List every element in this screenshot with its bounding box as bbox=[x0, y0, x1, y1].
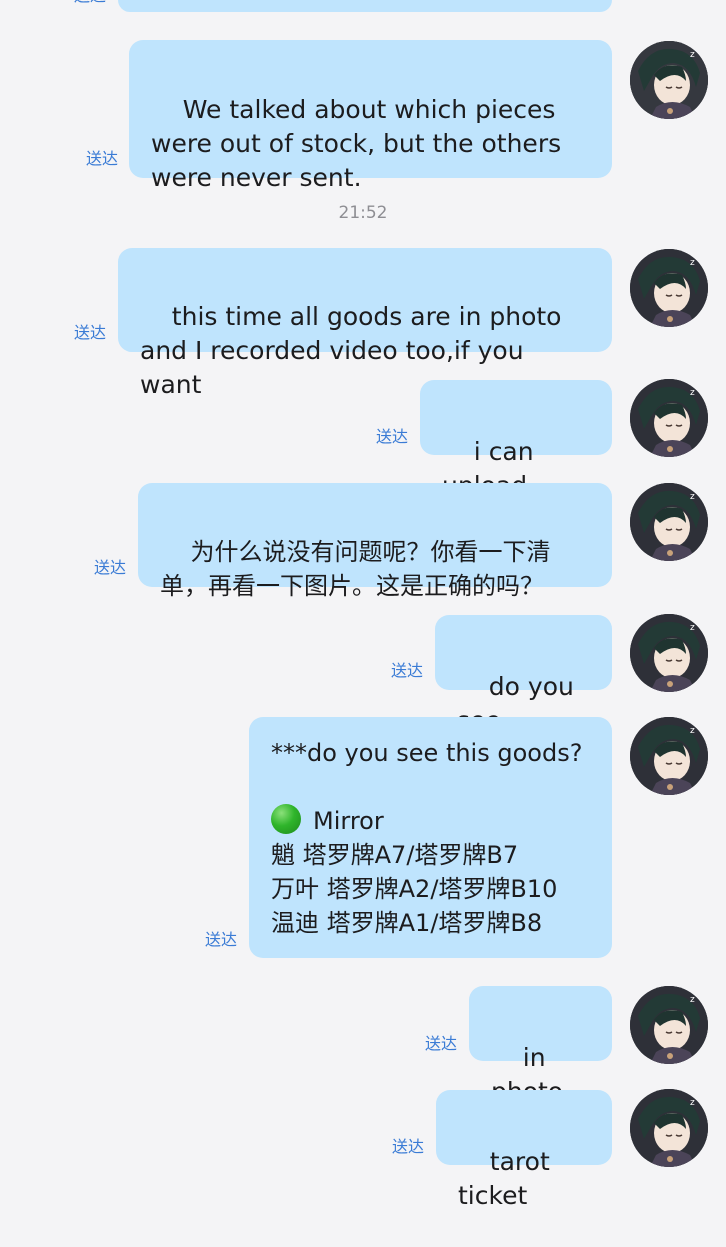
message-bubble-partial[interactable] bbox=[118, 0, 612, 12]
character-avatar-icon: z bbox=[630, 1089, 708, 1167]
mirror-label: Mirror bbox=[313, 807, 384, 835]
avatar[interactable]: z bbox=[630, 717, 708, 795]
delivery-status: 送达 bbox=[86, 149, 119, 168]
svg-text:z: z bbox=[690, 388, 695, 398]
message-text: 为什么说没有问题呢？你看一下清单，再看一下图片。这是正确的吗？ bbox=[160, 538, 551, 600]
delivery-status: 送达 bbox=[205, 930, 238, 949]
svg-text:z: z bbox=[690, 492, 695, 502]
timestamp: 21:52 bbox=[338, 203, 388, 223]
avatar[interactable]: z bbox=[630, 483, 708, 561]
message-bubble[interactable]: 为什么说没有问题呢？你看一下清单，再看一下图片。这是正确的吗？ bbox=[138, 483, 612, 600]
message-bubble[interactable]: We talked about which pieces were out of… bbox=[129, 40, 612, 192]
message-bubble[interactable]: this time all goods are in photo and I r… bbox=[118, 248, 612, 399]
svg-text:z: z bbox=[690, 995, 695, 1005]
character-avatar-icon: z bbox=[630, 483, 708, 561]
svg-text:z: z bbox=[690, 1098, 695, 1108]
avatar[interactable]: z bbox=[630, 614, 708, 692]
delivery-status: 送达 bbox=[425, 1034, 458, 1053]
message-bubble[interactable]: i can upload bbox=[420, 380, 612, 500]
message-line: ***do you see this goods? bbox=[271, 739, 583, 767]
avatar[interactable]: z bbox=[630, 249, 708, 327]
delivery-status: 送达 bbox=[74, 323, 107, 342]
avatar[interactable]: z bbox=[630, 986, 708, 1064]
chat-thread[interactable]: 送达 We talked about which pieces were out… bbox=[0, 0, 726, 1210]
character-avatar-icon: z bbox=[630, 41, 708, 119]
delivery-status: 送达 bbox=[392, 1137, 425, 1156]
message-line: 温迪 塔罗牌A1/塔罗牌B8 bbox=[271, 909, 543, 937]
message-line: 魈 塔罗牌A7/塔罗牌B7 bbox=[271, 841, 519, 869]
message-line: Mirror bbox=[271, 804, 590, 838]
message-text: tarot ticket bbox=[458, 1147, 558, 1210]
avatar[interactable]: z bbox=[630, 379, 708, 457]
message-line: 万叶 塔罗牌A2/塔罗牌B10 bbox=[271, 875, 558, 903]
svg-text:z: z bbox=[690, 726, 695, 736]
character-avatar-icon: z bbox=[630, 717, 708, 795]
delivery-status: 送达 bbox=[391, 661, 424, 680]
avatar[interactable]: z bbox=[630, 1089, 708, 1167]
svg-text:z: z bbox=[690, 623, 695, 633]
message-bubble[interactable]: ***do you see this goods? Mirror 魈 塔罗牌A7… bbox=[249, 717, 612, 958]
message-bubble[interactable]: do you see bbox=[435, 615, 612, 735]
avatar[interactable]: z bbox=[630, 41, 708, 119]
svg-text:z: z bbox=[690, 258, 695, 268]
message-text: We talked about which pieces were out of… bbox=[151, 95, 570, 192]
character-avatar-icon: z bbox=[630, 379, 708, 457]
message-bubble[interactable]: tarot ticket bbox=[436, 1090, 612, 1210]
green-circle-icon bbox=[271, 804, 301, 834]
delivery-status-partial: 送达 bbox=[74, 0, 106, 6]
character-avatar-icon: z bbox=[630, 986, 708, 1064]
message-bubble[interactable]: in photo bbox=[469, 986, 612, 1106]
delivery-status: 送达 bbox=[94, 558, 127, 577]
character-avatar-icon: z bbox=[630, 249, 708, 327]
svg-text:z: z bbox=[690, 50, 695, 60]
delivery-status: 送达 bbox=[376, 427, 409, 446]
character-avatar-icon: z bbox=[630, 614, 708, 692]
